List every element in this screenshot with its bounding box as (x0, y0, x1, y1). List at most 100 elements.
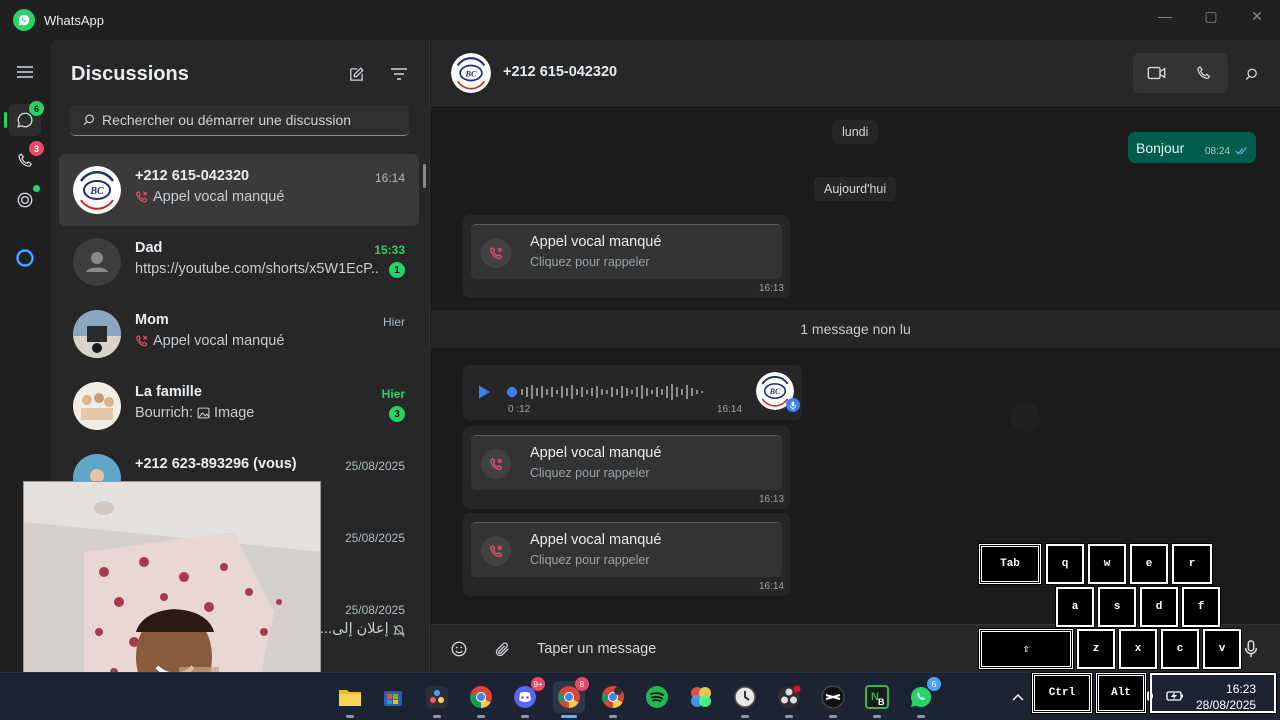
key-f[interactable]: f (1181, 586, 1221, 628)
taskbar-davinci[interactable] (421, 681, 453, 718)
key-q[interactable]: q (1045, 543, 1085, 585)
tray-overflow-button[interactable] (1008, 687, 1028, 707)
key-e[interactable]: e (1129, 543, 1169, 585)
muted-icon (393, 625, 405, 637)
spotify-icon (646, 686, 668, 708)
chrome-badge: 8 (575, 677, 589, 691)
rail-chats-button[interactable]: 6 (4, 101, 44, 136)
chat-name: Dad (135, 240, 163, 256)
key-a[interactable]: a (1055, 586, 1095, 628)
key-w[interactable]: w (1087, 543, 1127, 585)
missed-call-message[interactable]: Appel vocal manqué Cliquez pour rappeler… (463, 513, 790, 596)
conversation-search-button[interactable] (1239, 62, 1263, 86)
chat-time: 25/08/2025 (344, 459, 405, 473)
key-v[interactable]: v (1202, 628, 1242, 670)
key-d[interactable]: d (1139, 586, 1179, 628)
taskbar-chrome-profile[interactable]: 8 (553, 677, 589, 718)
filter-button[interactable] (387, 62, 411, 86)
voice-call-button[interactable] (1180, 53, 1227, 93)
taskbar-whatsapp[interactable]: 6 (905, 677, 941, 718)
missed-call-icon (481, 449, 511, 479)
obs-icon (778, 685, 801, 708)
video-camera-icon (1147, 66, 1166, 80)
chat-time: 25/08/2025 (344, 531, 405, 545)
missed-call-subtitle: Cliquez pour rappeler (530, 466, 650, 480)
read-ticks-icon (1235, 147, 1247, 155)
voice-waveform[interactable] (503, 382, 733, 402)
voice-record-button[interactable] (1239, 637, 1263, 661)
key-shift[interactable]: ⇧ (978, 628, 1074, 670)
svg-text:B: B (878, 697, 885, 707)
taskbar-store[interactable] (377, 681, 409, 713)
key-tab[interactable]: Tab (978, 543, 1042, 585)
taskbar-obs[interactable] (773, 681, 805, 718)
key-z[interactable]: z (1076, 628, 1116, 670)
clock-icon (734, 686, 756, 708)
new-chat-button[interactable] (344, 62, 368, 86)
chat-item-family[interactable]: La famille Hier Bourrich: Image 3 (59, 370, 419, 442)
minimize-button[interactable]: — (1142, 0, 1188, 32)
key-alt[interactable]: Alt (1095, 672, 1147, 714)
phone-icon (1196, 66, 1210, 79)
voice-message[interactable]: 0 :12 16:14 BC (463, 365, 802, 420)
key-s[interactable]: s (1097, 586, 1137, 628)
taskbar-chrome[interactable] (465, 681, 497, 718)
taskbar-file-explorer[interactable] (334, 681, 366, 718)
menu-button[interactable] (9, 56, 41, 88)
key-c[interactable]: c (1160, 628, 1200, 670)
missed-call-icon (136, 334, 148, 347)
play-button[interactable] (476, 384, 492, 400)
chat-time: 15:33 (374, 243, 405, 257)
key-r[interactable]: r (1171, 543, 1213, 585)
whatsapp-logo-icon (13, 9, 35, 31)
message-time: 16:14 (758, 581, 784, 592)
taskbar-discord[interactable]: 9+ (509, 677, 545, 718)
missed-call-message[interactable]: Appel vocal manqué Cliquez pour rappeler… (463, 215, 790, 298)
maximize-button[interactable]: ▢ (1188, 0, 1234, 32)
unread-badge: 3 (389, 406, 405, 422)
missed-call-card[interactable]: Appel vocal manqué Cliquez pour rappeler (471, 224, 782, 279)
chrome-icon (602, 686, 624, 708)
unread-banner: 1 message non lu (431, 310, 1280, 348)
svg-text:BC: BC (89, 186, 104, 197)
missed-call-card[interactable]: Appel vocal manqué Cliquez pour rappeler (471, 435, 782, 490)
video-call-button[interactable] (1133, 53, 1180, 93)
key-x[interactable]: x (1118, 628, 1158, 670)
emoji-button[interactable] (447, 637, 471, 661)
taskbar-photos[interactable] (685, 681, 717, 713)
rail-calls-button[interactable]: 3 (9, 141, 44, 176)
chat-name: La famille (135, 384, 202, 400)
taskbar-nb-app[interactable]: NB (861, 681, 893, 718)
rail-status-button[interactable] (9, 184, 41, 216)
chat-item-mom[interactable]: Mom Hier Appel vocal manqué (59, 298, 419, 370)
tray-clock[interactable]: 16:23 28/08/2025 (1196, 681, 1256, 713)
chat-item-dad[interactable]: Dad 15:33 https://youtube.com/shorts/x5W… (59, 226, 419, 298)
missed-call-card[interactable]: Appel vocal manqué Cliquez pour rappeler (471, 522, 782, 577)
taskbar-capcut[interactable] (817, 681, 849, 718)
paperclip-icon (495, 642, 509, 656)
contact-logo-avatar: BC (73, 166, 121, 214)
close-button[interactable]: ✕ (1234, 0, 1280, 32)
svg-text:BC: BC (464, 69, 477, 78)
chat-name: +212 623-893296 (vous) (135, 456, 297, 472)
calls-badge: 3 (29, 141, 44, 156)
message-time: 08:24 (1205, 146, 1231, 157)
contact-name[interactable]: +212 615-042320 (503, 64, 617, 80)
outgoing-message[interactable]: Bonjour 08:24 (1128, 132, 1256, 163)
taskbar-clock-app[interactable] (729, 681, 761, 718)
contact-avatar[interactable]: BC (451, 53, 491, 93)
chrome-icon (470, 686, 492, 708)
missed-call-subtitle: Cliquez pour rappeler (530, 255, 650, 269)
missed-call-message[interactable]: Appel vocal manqué Cliquez pour rappeler… (463, 426, 790, 509)
chat-item-contact[interactable]: BC +212 615-042320 16:14 Appel vocal man… (59, 154, 419, 226)
taskbar-spotify[interactable] (641, 681, 673, 713)
search-input[interactable] (102, 112, 402, 128)
chat-list-scrollbar[interactable] (423, 164, 426, 188)
taskbar-chrome-alt[interactable] (597, 681, 629, 718)
date-chip: Aujourd'hui (814, 177, 897, 201)
whatsapp-desktop-window: WhatsApp — ▢ ✕ 6 3 Discussions Recherche… (0, 0, 1280, 720)
attach-button[interactable] (490, 637, 514, 661)
rail-meta-ai-button[interactable] (9, 242, 41, 274)
key-ctrl[interactable]: Ctrl (1031, 672, 1093, 714)
battery-icon[interactable] (1166, 689, 1184, 707)
